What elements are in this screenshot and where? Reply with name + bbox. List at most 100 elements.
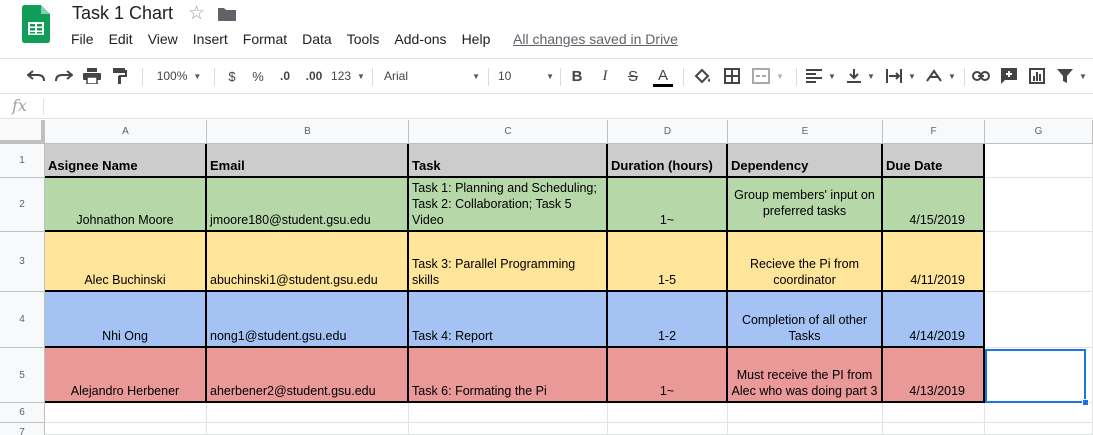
menu-addons[interactable]: Add-ons (394, 31, 446, 51)
insert-chart-button[interactable] (1026, 59, 1048, 93)
empty-cell[interactable] (985, 178, 1093, 232)
borders-button[interactable] (720, 59, 744, 93)
row-header-6[interactable]: 6 (0, 403, 45, 423)
header-cell-email[interactable]: Email (207, 144, 409, 178)
cell-duration[interactable]: 1-2 (608, 292, 728, 348)
empty-cell[interactable] (985, 144, 1093, 178)
select-all-corner[interactable] (0, 120, 45, 144)
cell-assignee[interactable]: Johnathon Moore (45, 178, 207, 232)
empty-cell[interactable] (985, 403, 1093, 423)
undo-button[interactable] (24, 59, 48, 93)
menu-insert[interactable]: Insert (193, 31, 228, 51)
merge-cells-button[interactable]: ▼ (748, 59, 788, 93)
empty-cell[interactable] (728, 403, 883, 423)
selected-cell-outline[interactable] (985, 349, 1089, 406)
column-header-b[interactable]: B (207, 120, 409, 144)
cell-duration[interactable]: 1-5 (608, 232, 728, 292)
print-button[interactable] (80, 59, 104, 93)
more-formats-button[interactable]: 123 ▼ (330, 59, 366, 93)
empty-cell[interactable] (883, 403, 985, 423)
insert-link-button[interactable] (970, 59, 992, 93)
decrease-decimal-button[interactable]: .0 (274, 59, 296, 93)
text-wrapping-button[interactable]: ▼ (884, 59, 918, 93)
sheets-logo-icon[interactable] (22, 5, 50, 43)
row-header-4[interactable]: 4 (0, 292, 45, 348)
row-header-5[interactable]: 5 (0, 348, 45, 403)
fill-color-button[interactable] (691, 59, 715, 93)
cell-duration[interactable]: 1~ (608, 348, 728, 403)
column-header-d[interactable]: D (608, 120, 728, 144)
redo-button[interactable] (52, 59, 76, 93)
menu-format[interactable]: Format (243, 31, 287, 51)
cell-dependency[interactable]: Recieve the Pi from coordinator (728, 232, 883, 292)
paint-format-button[interactable] (108, 59, 132, 93)
empty-cell[interactable] (608, 403, 728, 423)
menu-file[interactable]: File (71, 31, 94, 51)
header-cell-task[interactable]: Task (409, 144, 608, 178)
cell-assignee[interactable]: Alec Buchinski (45, 232, 207, 292)
menu-edit[interactable]: Edit (109, 31, 133, 51)
row-header-1[interactable]: 1 (0, 144, 45, 178)
cell-email[interactable]: nong1@student.gsu.edu (207, 292, 409, 348)
cell-dependency[interactable]: Completion of all other Tasks (728, 292, 883, 348)
cell-email[interactable]: abuchinski1@student.gsu.edu (207, 232, 409, 292)
menu-data[interactable]: Data (302, 31, 332, 51)
menu-view[interactable]: View (148, 31, 178, 51)
vertical-align-button[interactable]: ▼ (844, 59, 878, 93)
currency-format-button[interactable]: $ (222, 59, 242, 93)
menu-help[interactable]: Help (462, 31, 491, 51)
cell-due-date[interactable]: 4/15/2019 (883, 178, 985, 232)
empty-cell[interactable] (608, 423, 728, 435)
empty-cell[interactable] (728, 423, 883, 435)
cell-dependency[interactable]: Group members' input on preferred tasks (728, 178, 883, 232)
cell-assignee[interactable]: Alejandro Herbener (45, 348, 207, 403)
star-icon[interactable]: ☆ (188, 2, 205, 25)
header-cell-duration[interactable]: Duration (hours) (608, 144, 728, 178)
italic-button[interactable]: I (595, 59, 615, 93)
horizontal-align-button[interactable]: ▼ (804, 59, 838, 93)
menu-tools[interactable]: Tools (347, 31, 380, 51)
empty-cell[interactable] (409, 423, 608, 435)
filter-button[interactable]: ▼ (1054, 59, 1090, 93)
empty-cell[interactable] (883, 423, 985, 435)
column-header-c[interactable]: C (409, 120, 608, 144)
text-rotation-button[interactable]: ▼ (924, 59, 958, 93)
cell-email[interactable]: aherbener2@student.gsu.edu (207, 348, 409, 403)
cell-duration[interactable]: 1~ (608, 178, 728, 232)
empty-cell[interactable] (985, 423, 1093, 435)
document-title[interactable]: Task 1 Chart (72, 3, 173, 24)
cell-task[interactable]: Task 4: Report (409, 292, 608, 348)
empty-cell[interactable] (207, 403, 409, 423)
cell-due-date[interactable]: 4/13/2019 (883, 348, 985, 403)
empty-cell[interactable] (207, 423, 409, 435)
empty-cell[interactable] (45, 423, 207, 435)
header-cell-dependency[interactable]: Dependency (728, 144, 883, 178)
increase-decimal-button[interactable]: .00 (302, 59, 326, 93)
percent-format-button[interactable]: % (248, 59, 268, 93)
bold-button[interactable]: B (567, 59, 587, 93)
cell-dependency[interactable]: Must receive the PI from Alec who was do… (728, 348, 883, 403)
font-family-select[interactable]: Arial ▼ (384, 59, 480, 93)
row-header-7[interactable]: 7 (0, 423, 45, 435)
column-header-e[interactable]: E (728, 120, 883, 144)
formula-input[interactable] (50, 98, 1085, 116)
strikethrough-button[interactable]: S (623, 59, 643, 93)
empty-cell[interactable] (45, 403, 207, 423)
header-cell-due-date[interactable]: Due Date (883, 144, 985, 178)
save-status-link[interactable]: All changes saved in Drive (513, 31, 678, 47)
empty-cell[interactable] (409, 403, 608, 423)
cell-task[interactable]: Task 6: Formating the Pi (409, 348, 608, 403)
empty-cell[interactable] (985, 232, 1093, 292)
cell-assignee[interactable]: Nhi Ong (45, 292, 207, 348)
cell-due-date[interactable]: 4/11/2019 (883, 232, 985, 292)
insert-comment-button[interactable] (998, 59, 1020, 93)
header-cell-assignee[interactable]: Asignee Name (45, 144, 207, 178)
fill-handle[interactable] (1082, 399, 1089, 406)
cell-due-date[interactable]: 4/14/2019 (883, 292, 985, 348)
folder-icon[interactable] (218, 7, 236, 21)
column-header-g[interactable]: G (985, 120, 1093, 144)
column-header-f[interactable]: F (883, 120, 985, 144)
cell-email[interactable]: jmoore180@student.gsu.edu (207, 178, 409, 232)
cell-task[interactable]: Task 1: Planning and Scheduling; Task 2:… (409, 178, 608, 232)
text-color-button[interactable]: A (651, 59, 675, 93)
